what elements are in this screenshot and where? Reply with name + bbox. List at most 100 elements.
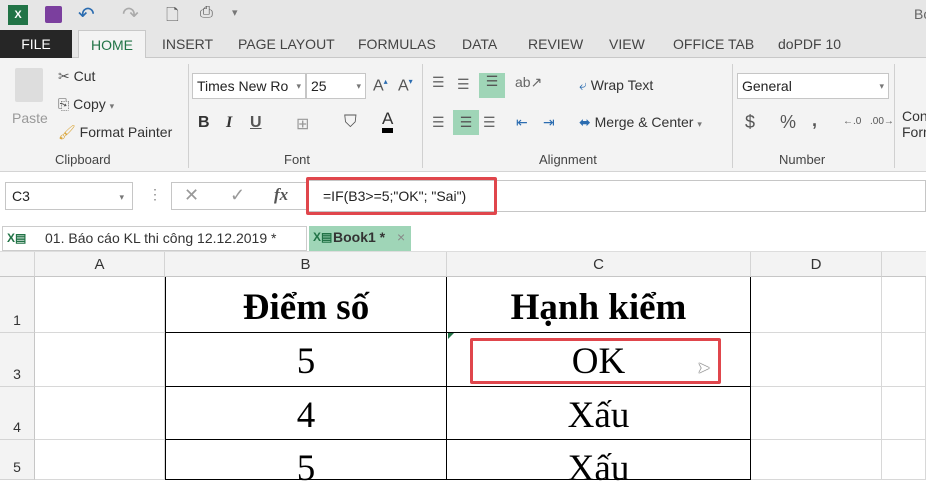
cancel-icon[interactable]: ✕ bbox=[184, 185, 199, 206]
customize-icon[interactable]: ▾ bbox=[232, 6, 238, 19]
cell-c5[interactable]: Xấu bbox=[447, 440, 751, 489]
align-left-icon[interactable]: ☰ bbox=[432, 114, 445, 131]
cell-a5[interactable] bbox=[35, 440, 165, 480]
bold-button[interactable]: B bbox=[198, 114, 210, 132]
comma-button[interactable]: , bbox=[812, 110, 817, 131]
workbook-tab-book1[interactable]: X▤ Book1 * × bbox=[309, 226, 411, 251]
cell-b5[interactable]: 5 bbox=[165, 440, 447, 489]
chevron-down-icon: ▾ bbox=[356, 81, 361, 91]
cell-c4[interactable]: Xấu bbox=[447, 387, 751, 440]
close-icon[interactable]: × bbox=[397, 226, 405, 249]
window-title: Bo bbox=[914, 6, 926, 22]
tab-insert[interactable]: INSERT bbox=[162, 30, 213, 58]
align-center-icon[interactable]: ☰ bbox=[453, 110, 479, 135]
ribbon-tabs: FILE HOME INSERT PAGE LAYOUT FORMULAS DA… bbox=[0, 30, 926, 59]
column-header-e[interactable] bbox=[882, 252, 926, 277]
cut-button[interactable]: ✂ Cut bbox=[58, 68, 95, 85]
row-header-3[interactable]: 3 bbox=[0, 333, 35, 387]
increase-indent-icon[interactable]: ⇥ bbox=[543, 114, 555, 131]
tab-view[interactable]: VIEW bbox=[609, 30, 645, 58]
cell-c1[interactable]: Hạnh kiểm bbox=[447, 277, 751, 333]
save-icon[interactable] bbox=[45, 6, 62, 23]
decrease-indent-icon[interactable]: ⇤ bbox=[516, 114, 528, 131]
tab-review[interactable]: REVIEW bbox=[528, 30, 583, 58]
decrease-font-icon[interactable]: A▾ bbox=[398, 77, 413, 95]
align-middle-icon[interactable]: ☰ bbox=[457, 76, 470, 93]
cell-a3[interactable] bbox=[35, 333, 165, 387]
cell-a4[interactable] bbox=[35, 387, 165, 440]
error-indicator-icon bbox=[448, 333, 454, 339]
name-box[interactable]: C3 ▾ bbox=[5, 182, 133, 210]
cell-b4[interactable]: 4 bbox=[165, 387, 447, 440]
fill-color-icon[interactable]: ⛉ bbox=[344, 112, 357, 132]
brush-icon: 🖌 bbox=[58, 124, 76, 140]
column-header-b[interactable]: B bbox=[165, 252, 447, 277]
cell-e3[interactable] bbox=[882, 333, 926, 387]
align-top-icon[interactable]: ☰ bbox=[432, 74, 445, 91]
row-header-4[interactable]: 4 bbox=[0, 387, 35, 440]
tab-formulas[interactable]: FORMULAS bbox=[358, 30, 436, 58]
font-size-select[interactable]: 25 ▾ bbox=[306, 73, 366, 99]
underline-button[interactable]: U bbox=[250, 114, 262, 132]
copy-icon: ⎘ bbox=[58, 96, 70, 112]
cell-e1[interactable] bbox=[882, 277, 926, 333]
tab-home[interactable]: HOME bbox=[78, 30, 146, 59]
cell-b1[interactable]: Điểm số bbox=[165, 277, 447, 333]
paste-icon bbox=[15, 68, 43, 102]
tab-file[interactable]: FILE bbox=[0, 30, 72, 58]
align-right-icon[interactable]: ☰ bbox=[483, 114, 496, 131]
font-color-button[interactable]: A bbox=[382, 110, 394, 133]
undo-icon[interactable]: ↶ bbox=[78, 2, 95, 27]
italic-button[interactable]: I bbox=[226, 114, 232, 132]
tab-page-layout[interactable]: PAGE LAYOUT bbox=[238, 30, 335, 58]
tab-office-tab[interactable]: OFFICE TAB bbox=[673, 30, 754, 58]
cell-e5[interactable] bbox=[882, 440, 926, 480]
tab-dopdf[interactable]: doPDF 10 bbox=[778, 30, 841, 58]
row-header-5[interactable]: 5 bbox=[0, 440, 35, 480]
align-bottom-icon[interactable]: ☰ bbox=[479, 73, 505, 98]
column-header-a[interactable]: A bbox=[35, 252, 165, 277]
row-header-1[interactable]: 1 bbox=[0, 277, 35, 333]
font-name-value: Times New Ro bbox=[197, 78, 289, 94]
conditional-formatting-button[interactable]: ConForn bbox=[902, 108, 926, 140]
cell-d1[interactable] bbox=[751, 277, 882, 333]
cut-label: Cut bbox=[73, 68, 96, 84]
borders-icon[interactable]: ⊞ bbox=[296, 114, 309, 134]
cell-b3[interactable]: 5 bbox=[165, 333, 447, 387]
font-group-label: Font bbox=[284, 152, 311, 167]
number-format-select[interactable]: General ▾ bbox=[737, 73, 889, 99]
increase-font-icon[interactable]: A▴ bbox=[373, 77, 388, 95]
cell-highlight-box bbox=[470, 338, 721, 384]
tab-data[interactable]: DATA bbox=[462, 30, 497, 58]
format-painter-button[interactable]: 🖌 Format Painter bbox=[58, 124, 172, 141]
cell-d4[interactable] bbox=[751, 387, 882, 440]
cell-a1[interactable] bbox=[35, 277, 165, 333]
cell-d5[interactable] bbox=[751, 440, 882, 480]
merge-icon: ⬌ bbox=[579, 114, 591, 130]
wrap-text-button[interactable]: ⤶ Wrap Text bbox=[579, 77, 653, 94]
name-box-value: C3 bbox=[12, 188, 30, 204]
select-all-corner[interactable] bbox=[0, 252, 35, 277]
font-name-select[interactable]: Times New Ro ▾ bbox=[192, 73, 306, 99]
copy-button[interactable]: ⎘ Copy ▾ bbox=[58, 96, 114, 113]
cell-d3[interactable] bbox=[751, 333, 882, 387]
percent-button[interactable]: % bbox=[780, 112, 796, 133]
printer-icon[interactable]: ⎙ bbox=[200, 4, 213, 22]
currency-button[interactable]: $ bbox=[745, 112, 755, 133]
insert-function-icon[interactable]: fx bbox=[274, 185, 288, 205]
paste-button[interactable]: Paste bbox=[12, 110, 48, 126]
print-preview-icon[interactable]: 🗋 bbox=[166, 4, 179, 31]
orientation-icon[interactable]: ab↗ bbox=[515, 74, 542, 91]
increase-decimal-icon[interactable]: ←.0 bbox=[843, 116, 861, 127]
chevron-down-icon: ▾ bbox=[879, 81, 884, 91]
column-header-d[interactable]: D bbox=[751, 252, 882, 277]
merge-center-button[interactable]: ⬌ Merge & Center ▾ bbox=[579, 114, 702, 131]
redo-icon[interactable]: ↷ bbox=[122, 2, 139, 27]
ribbon: Paste ✂ Cut ⎘ Copy ▾ 🖌 Format Painter Cl… bbox=[0, 58, 926, 172]
cell-e4[interactable] bbox=[882, 387, 926, 440]
decrease-decimal-icon[interactable]: .00→ bbox=[870, 116, 894, 127]
workbook-tab-bao-cao[interactable]: X▤ 01. Báo cáo KL thi công 12.12.2019 * bbox=[2, 226, 307, 251]
workbook-tab-label: 01. Báo cáo KL thi công 12.12.2019 * bbox=[45, 230, 277, 246]
enter-icon[interactable]: ✓ bbox=[230, 185, 245, 206]
column-header-c[interactable]: C bbox=[447, 252, 751, 277]
